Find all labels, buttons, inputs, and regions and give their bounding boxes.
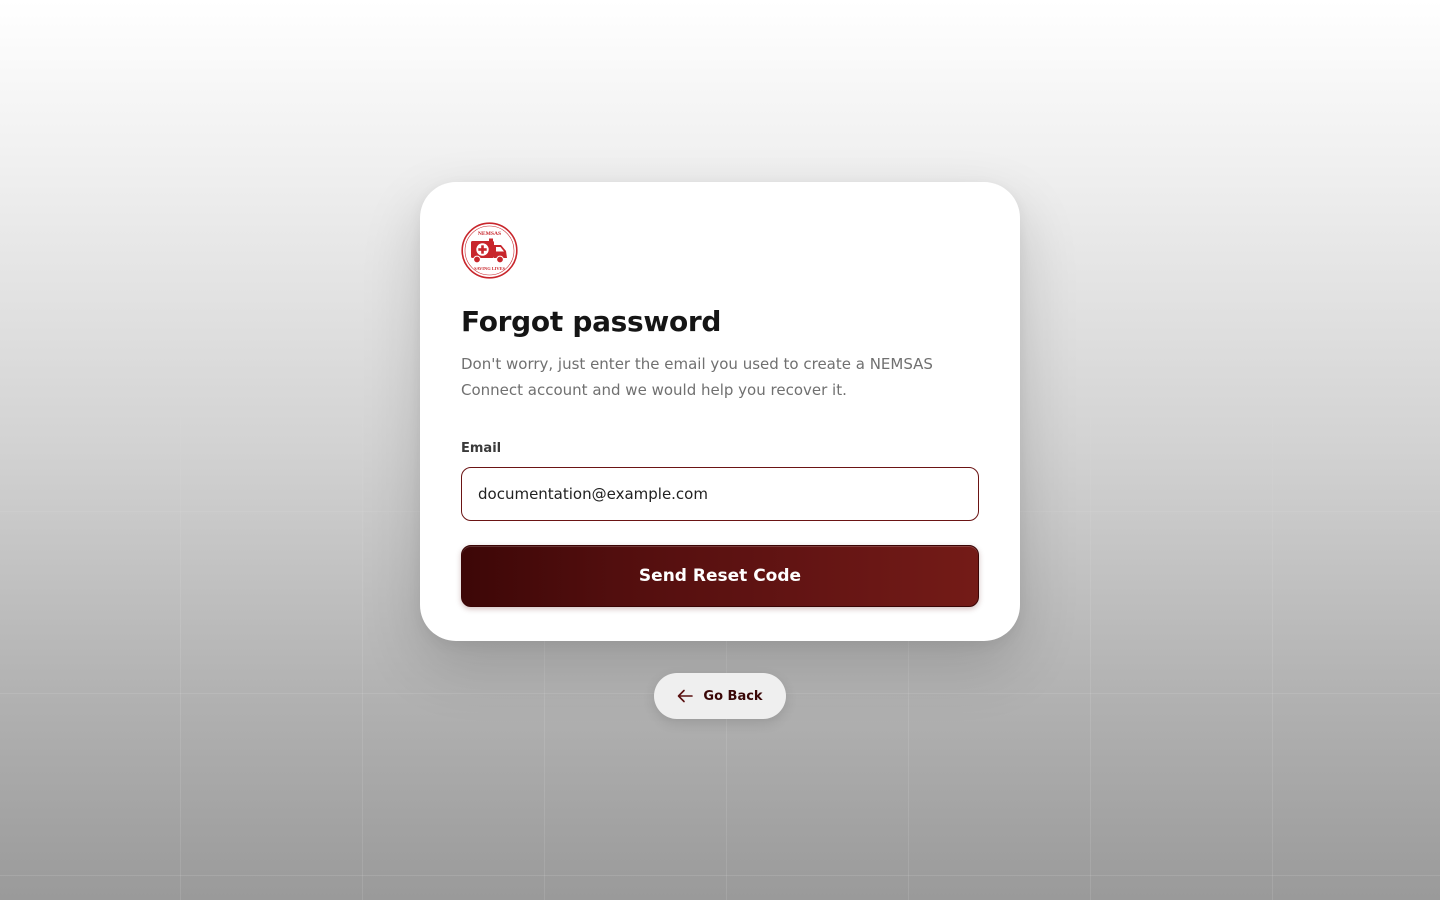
forgot-password-card: NEMSAS SAVING LIVES Forgot password Don'… (420, 182, 1020, 641)
logo-bottom-text: SAVING LIVES (474, 266, 505, 271)
go-back-label: Go Back (703, 688, 763, 704)
page-subtitle: Don't worry, just enter the email you us… (461, 355, 933, 399)
arrow-left-icon (677, 689, 694, 703)
email-input[interactable] (461, 467, 979, 521)
send-reset-code-button[interactable]: Send Reset Code (461, 545, 979, 607)
go-back-button[interactable]: Go Back (654, 673, 786, 719)
email-label: Email (461, 441, 502, 456)
ambulance-logo-icon: NEMSAS SAVING LIVES (461, 222, 518, 279)
nemsas-logo: NEMSAS SAVING LIVES (461, 222, 518, 279)
logo-top-text: NEMSAS (478, 231, 501, 237)
page-title: Forgot password (461, 305, 722, 338)
